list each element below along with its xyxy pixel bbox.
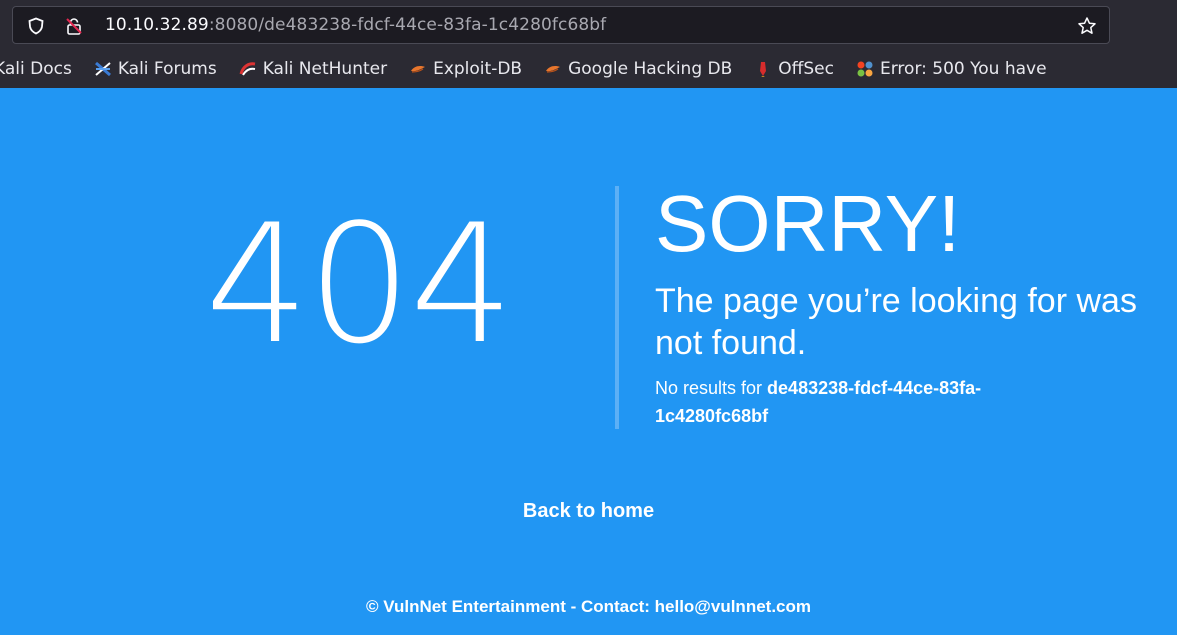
bookmark-offsec[interactable]: OffSec <box>754 59 834 79</box>
bookmark-label: Error: 500 You have <box>880 59 1047 79</box>
browser-chrome: 10.10.32.89:8080/de483238-fdcf-44ce-83fa… <box>0 0 1177 88</box>
back-to-home-container: Back to home <box>0 500 1177 523</box>
bookmark-kali-forums[interactable]: Kali Forums <box>94 59 217 79</box>
kali-nethunter-icon <box>239 62 255 76</box>
bookmarks-toolbar: Kali Docs Kali Forums Kali NetHunter Exp… <box>0 56 1069 82</box>
bookmark-exploit-db[interactable]: Exploit-DB <box>409 59 522 79</box>
bookmark-google-hacking-db[interactable]: Google Hacking DB <box>544 59 732 79</box>
address-bar[interactable]: 10.10.32.89:8080/de483238-fdcf-44ce-83fa… <box>12 6 1110 44</box>
bookmark-label: Exploit-DB <box>433 59 523 79</box>
footer-text: © VulnNet Entertainment - Contact: hello… <box>366 597 811 616</box>
error-code: 404 <box>205 189 514 380</box>
bookmark-kali-docs[interactable]: Kali Docs <box>0 59 72 79</box>
url-path: :8080/de483238-fdcf-44ce-83fa-1c4280fc68… <box>208 15 607 35</box>
shield-icon[interactable] <box>27 17 45 35</box>
bookmark-label: OffSec <box>778 59 834 79</box>
kali-forums-icon <box>94 61 111 77</box>
insecure-lock-icon[interactable] <box>65 17 83 35</box>
error-message: The page you’re looking for was not foun… <box>655 282 1137 362</box>
exploit-db-icon <box>411 66 426 73</box>
joomla-icon <box>857 61 873 77</box>
offsec-icon <box>760 62 767 77</box>
url-text[interactable]: 10.10.32.89:8080/de483238-fdcf-44ce-83fa… <box>105 15 606 35</box>
vertical-divider <box>615 186 619 429</box>
error-page: 404 SORRY! The page you’re looking for w… <box>0 88 1177 635</box>
ghdb-icon <box>546 66 561 73</box>
bookmark-label: Kali Docs <box>0 59 72 79</box>
bookmark-error-500[interactable]: Error: 500 You have <box>856 59 1047 79</box>
url-host: 10.10.32.89 <box>105 15 209 35</box>
back-to-home-link[interactable]: Back to home <box>523 500 654 522</box>
no-results-text: No results for de483238-fdcf-44ce-83fa-1… <box>655 374 1075 430</box>
no-results-prefix: No results for <box>655 378 768 398</box>
bookmark-star-icon[interactable] <box>1077 16 1097 36</box>
bookmark-label: Kali NetHunter <box>262 59 388 79</box>
bookmark-kali-nethunter[interactable]: Kali NetHunter <box>239 59 387 79</box>
bookmark-label: Kali Forums <box>117 59 217 79</box>
bookmark-label: Google Hacking DB <box>568 59 733 79</box>
error-title: SORRY! <box>655 179 961 268</box>
